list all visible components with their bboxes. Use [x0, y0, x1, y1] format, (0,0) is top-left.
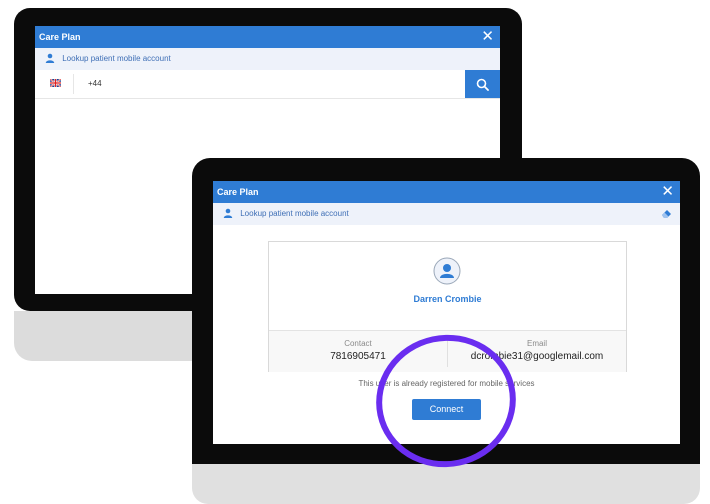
avatar-icon: [433, 257, 461, 285]
search-icon: [476, 78, 489, 91]
user-icon: [223, 208, 233, 218]
front-lookup-bar: Lookup patient mobile account: [213, 203, 680, 225]
eraser-icon[interactable]: [661, 208, 672, 219]
phone-lookup-row: +44: [35, 70, 500, 99]
front-titlebar: Care Plan ✕: [213, 181, 680, 203]
search-button[interactable]: [465, 70, 500, 98]
user-icon: [45, 53, 55, 63]
front-lookup-label: Lookup patient mobile account: [240, 209, 349, 218]
patient-name: Darren Crombie: [413, 294, 482, 304]
back-window-title: Care Plan: [39, 32, 81, 42]
uk-flag-icon[interactable]: [50, 79, 61, 87]
front-monitor-stand: [192, 464, 700, 504]
back-titlebar: Care Plan ✕: [35, 26, 500, 48]
flag-divider: [73, 74, 74, 94]
back-close-icon[interactable]: ✕: [481, 26, 494, 48]
back-lookup-label: Lookup patient mobile account: [62, 54, 171, 63]
back-lookup-bar: Lookup patient mobile account: [35, 48, 500, 70]
phone-input[interactable]: +44: [88, 70, 102, 98]
front-close-icon[interactable]: ✕: [661, 181, 674, 203]
front-window-title: Care Plan: [217, 187, 259, 197]
